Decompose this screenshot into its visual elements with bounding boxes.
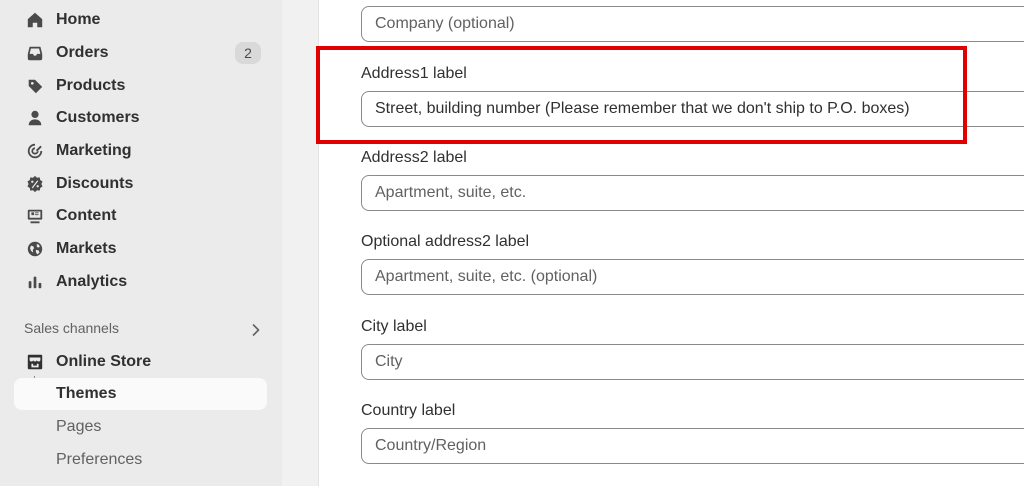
chevron-right-icon[interactable] [249,322,263,338]
sidebar-item-label: Markets [56,240,117,257]
sidebar-item-marketing[interactable]: Marketing [14,135,267,167]
address2-field[interactable] [361,175,1024,211]
discount-icon [25,174,45,194]
panel-divider [282,0,319,486]
optional-address2-field[interactable] [361,259,1024,295]
bar-chart-icon [25,272,45,292]
optional-address2-label: Optional address2 label [361,233,530,250]
city-label: City label [361,318,427,335]
sidebar-item-analytics[interactable]: Analytics [14,266,267,298]
sidebar-item-label: Marketing [56,142,132,159]
tag-icon [25,76,45,96]
country-field[interactable] [361,428,1024,464]
sidebar-subitem-label: Themes [56,385,117,402]
home-icon [25,10,45,30]
target-icon [25,141,45,161]
address1-label: Address1 label [361,65,467,82]
sidebar-item-label: Products [56,77,126,94]
company-field[interactable] [361,6,1024,42]
sidebar-item-label: Analytics [56,273,128,290]
sidebar-item-orders[interactable]: Orders 2 [14,37,267,69]
address1-field[interactable] [361,91,1024,127]
sidebar-item-online-store[interactable]: Online Store [14,346,267,378]
sidebar-item-content[interactable]: Content [14,200,267,232]
sidebar-item-home[interactable]: Home [14,4,267,36]
sidebar-item-label: Content [56,207,117,224]
country-label: Country label [361,402,456,419]
sidebar-item-discounts[interactable]: Discounts [14,168,267,200]
sidebar-item-customers[interactable]: Customers [14,102,267,134]
globe-icon [25,239,45,259]
sidebar-subitem-label: Pages [56,418,102,435]
sidebar-item-products[interactable]: Products [14,70,267,102]
store-icon [25,352,45,372]
sidebar-subitem-pages[interactable]: Pages [14,411,267,443]
sidebar-subitem-themes[interactable]: Themes [14,378,267,410]
sidebar: Home Orders 2 Products Customers Marketi… [0,0,282,486]
settings-form: Address1 label Address2 label Optional a… [319,0,1024,486]
sidebar-subitem-label: Preferences [56,451,143,468]
orders-count-badge: 2 [235,42,261,64]
sidebar-item-label: Home [56,11,101,28]
inbox-icon [25,43,45,63]
sidebar-subitem-preferences[interactable]: Preferences [14,444,267,476]
sidebar-item-label: Orders [56,44,109,61]
sidebar-item-markets[interactable]: Markets [14,233,267,265]
address2-label: Address2 label [361,149,467,166]
sidebar-item-label: Customers [56,109,140,126]
sidebar-item-label: Discounts [56,175,134,192]
content-icon [25,206,45,226]
person-icon [25,108,45,128]
sidebar-item-label: Online Store [56,353,152,370]
city-field[interactable] [361,344,1024,380]
sales-channels-heading: Sales channels [24,320,119,336]
